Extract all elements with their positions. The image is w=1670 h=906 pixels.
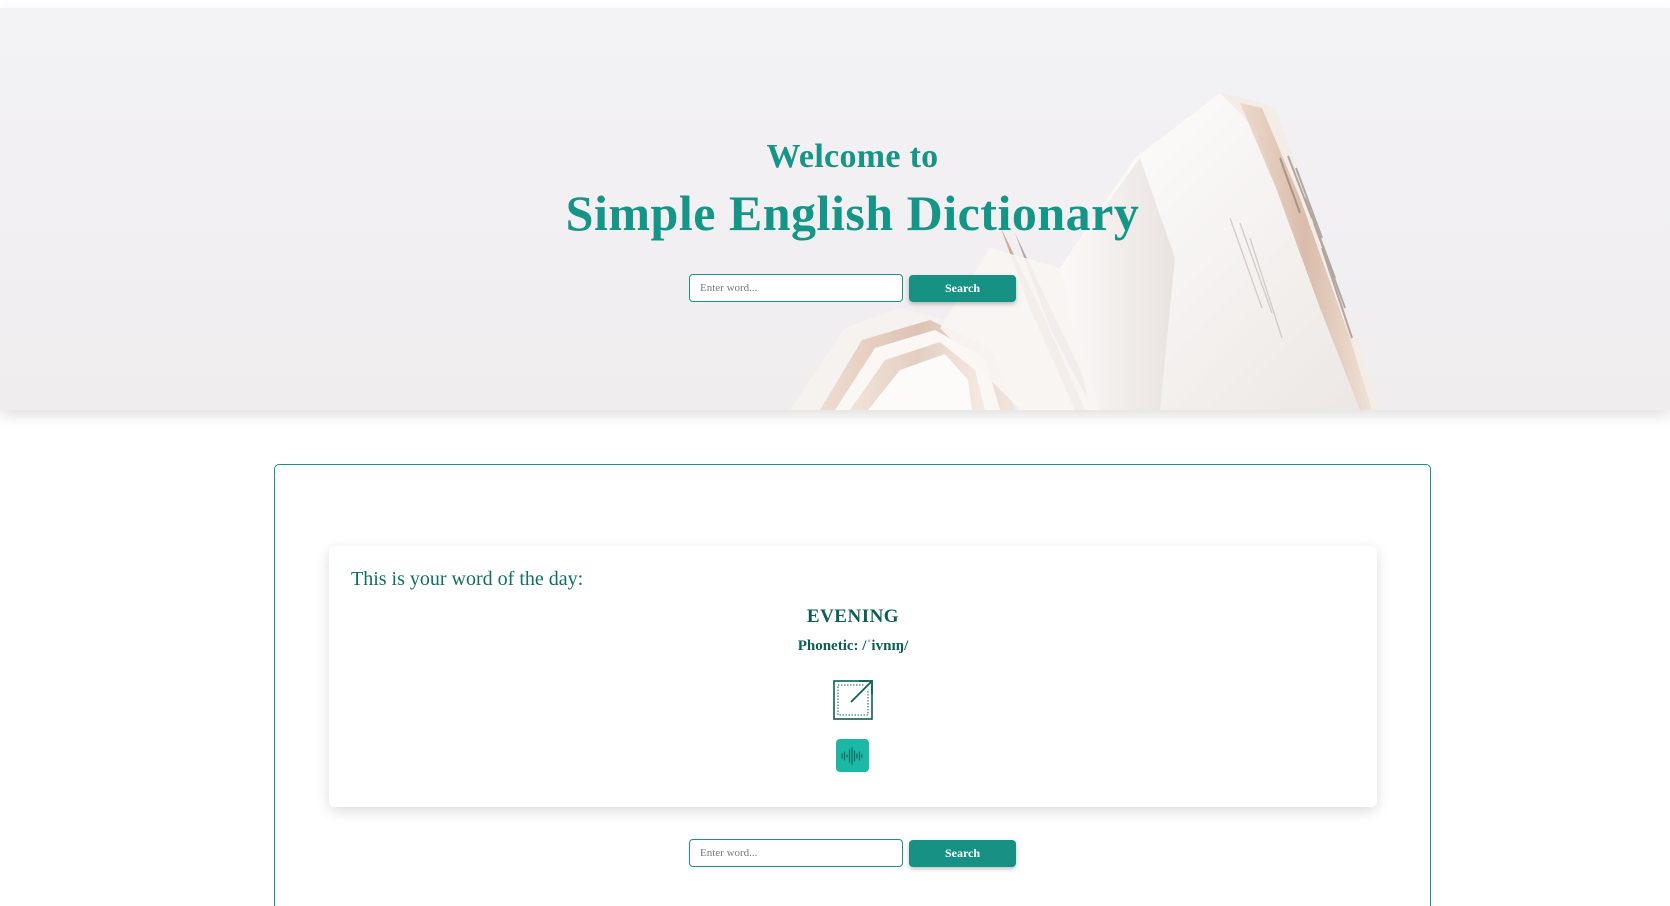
audio-waveform-icon <box>841 746 863 765</box>
welcome-heading: Welcome to <box>766 138 939 175</box>
word-of-day-word: EVENING <box>806 606 900 627</box>
word-of-day-heading: This is your word of the day: <box>351 568 584 590</box>
word-of-day-card: This is your word of the day: EVENING Ph… <box>329 546 1377 807</box>
hero-search-button[interactable]: Search <box>909 274 1016 302</box>
hero-search-input[interactable] <box>689 274 903 302</box>
page-title: Simple English Dictionary <box>565 185 1140 241</box>
lower-search-input[interactable] <box>689 839 903 867</box>
external-link-icon <box>833 678 875 720</box>
pronunciation-audio-button[interactable] <box>836 739 869 772</box>
lower-search-bar: Search <box>689 839 1016 867</box>
page: Welcome to Simple English Dictionary Sea… <box>0 0 1670 906</box>
word-of-day-phonetic: Phonetic: /ˈivnɪŋ/ <box>797 638 909 654</box>
lower-search-button[interactable]: Search <box>909 839 1016 867</box>
hero-search-bar: Search <box>689 274 1016 302</box>
external-link-icon[interactable] <box>831 678 875 722</box>
hero-banner: Welcome to Simple English Dictionary Sea… <box>0 8 1670 410</box>
